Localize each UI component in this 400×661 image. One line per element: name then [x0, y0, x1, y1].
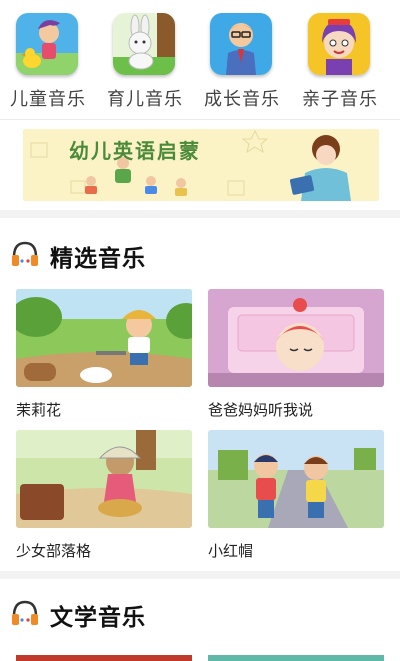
- card-thumbnail-partial[interactable]: [16, 655, 192, 661]
- section-header-literature: 文学音乐: [0, 594, 400, 634]
- parenting-music-icon: [113, 13, 175, 75]
- card-thumbnail: [16, 289, 192, 387]
- card-thumbnail: [16, 430, 192, 528]
- card-thumbnail: [208, 289, 384, 387]
- card-thumbnail-partial[interactable]: [208, 655, 384, 661]
- category-row: 儿童音乐 育儿音乐 成长音乐 亲子音乐: [0, 0, 400, 112]
- music-card[interactable]: 少女部落格: [16, 430, 192, 561]
- child-music-icon: [16, 13, 78, 75]
- card-title: 小红帽: [208, 542, 254, 560]
- section-gap: [0, 210, 400, 218]
- card-title: 茉莉花: [16, 401, 62, 419]
- family-music-icon: [308, 13, 370, 75]
- category-label: 亲子音乐: [302, 89, 378, 110]
- music-card[interactable]: 爸爸妈妈听我说: [208, 289, 384, 420]
- divider: [0, 119, 400, 120]
- category-label: 儿童音乐: [10, 89, 86, 110]
- section-header-featured: 精选音乐: [0, 235, 400, 275]
- category-item-family-music[interactable]: 亲子音乐: [292, 10, 388, 110]
- card-title: 少女部落格: [16, 542, 92, 560]
- promo-banner[interactable]: 幼儿英语启蒙: [23, 129, 379, 201]
- section-gap: [0, 571, 400, 579]
- section-title: 精选音乐: [50, 246, 146, 272]
- headphones-icon: [10, 598, 40, 628]
- music-card[interactable]: 茉莉花: [16, 289, 192, 420]
- banner-text: 幼儿英语启蒙: [69, 139, 201, 163]
- category-item-parenting-music[interactable]: 育儿音乐: [97, 10, 193, 110]
- category-label: 育儿音乐: [107, 89, 183, 110]
- card-title: 爸爸妈妈听我说: [208, 401, 314, 419]
- section-title: 文学音乐: [50, 605, 146, 631]
- category-item-child-music[interactable]: 儿童音乐: [0, 10, 96, 110]
- category-label: 成长音乐: [204, 89, 280, 110]
- headphones-icon: [10, 239, 40, 269]
- category-item-growth-music[interactable]: 成长音乐: [194, 10, 290, 110]
- growth-music-icon: [210, 13, 272, 75]
- card-thumbnail: [208, 430, 384, 528]
- music-card[interactable]: 小红帽: [208, 430, 384, 561]
